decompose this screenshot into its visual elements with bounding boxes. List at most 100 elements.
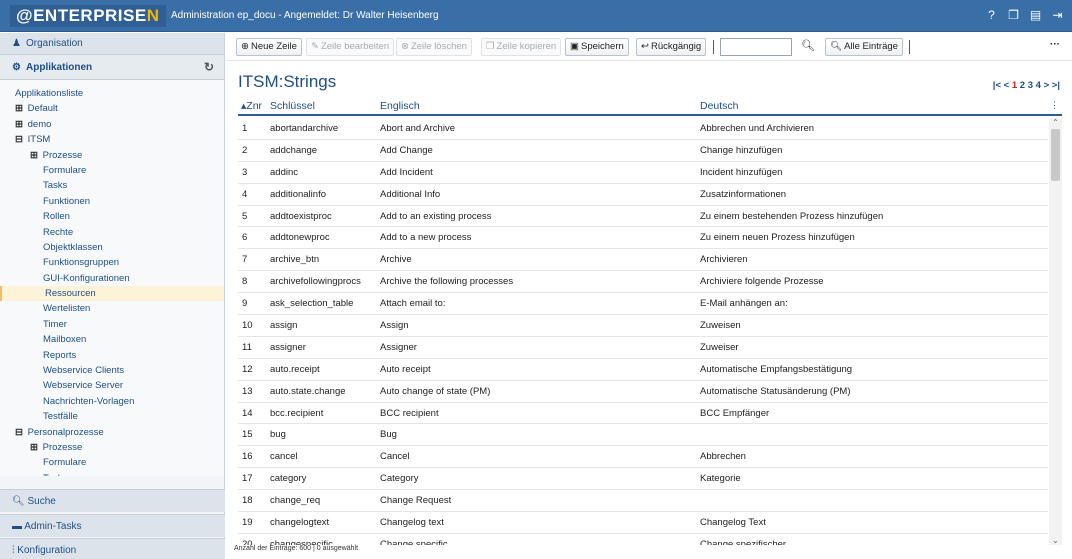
table-row[interactable]: 8 archivefollowingprocs Archive the follow… xyxy=(238,271,1048,294)
tree-item[interactable]: Wertelisten xyxy=(0,301,224,316)
tree-item-label: Nachrichten-Vorlagen xyxy=(43,395,135,407)
tree-item[interactable]: ⊟ Personalprozesse xyxy=(0,425,224,440)
tree-item[interactable]: Applikationsliste xyxy=(0,86,224,101)
column-english[interactable]: Englisch xyxy=(380,100,420,112)
column-nr[interactable]: ▴Znr xyxy=(241,100,262,112)
undo-button[interactable]: ↩ Rückgängig xyxy=(636,38,707,56)
table-row[interactable]: 5 addtoexistproc Add to an existing proces… xyxy=(238,206,1048,228)
table-row[interactable]: 3 addinc Add Incident Incident hinzufügen xyxy=(238,162,1048,184)
expand-icon[interactable]: ⊞ xyxy=(15,117,25,132)
table-row[interactable]: 6 addtonewproc Add to a new process Zu eine… xyxy=(238,227,1048,250)
tree-item[interactable]: Objektklassen xyxy=(0,240,224,255)
sidebar-applikationen[interactable]: ⚙ Applikationen ↻ xyxy=(0,55,224,80)
copy-row-button[interactable]: ❐ Zeile kopieren xyxy=(481,38,562,56)
table-row[interactable]: 15 bug Bug xyxy=(238,424,1048,447)
tree-item[interactable]: Rechte xyxy=(0,225,224,240)
search-input[interactable] xyxy=(720,38,792,56)
last-page-link[interactable]: >| xyxy=(1052,80,1060,91)
expand-icon[interactable]: ⊞ xyxy=(15,101,25,116)
tree-item-label: Rechte xyxy=(43,226,74,238)
vertical-scrollbar[interactable]: ⌃ ⌄ xyxy=(1049,118,1062,545)
prev-page-link[interactable]: < xyxy=(1004,80,1010,91)
delete-row-button[interactable]: ⊗ Zeile löschen xyxy=(396,38,472,56)
row-english: Changelog text xyxy=(380,517,444,529)
tree-item[interactable]: Testfälle xyxy=(0,409,224,424)
column-german[interactable]: Deutsch xyxy=(700,100,739,112)
save-button[interactable]: ▣ Speichern xyxy=(565,38,629,56)
edit-row-button[interactable]: ✎ Zeile bearbeiten xyxy=(306,38,395,56)
table-row[interactable]: 14 bcc.recipient BCC recipient BCC Empfänge… xyxy=(238,403,1048,425)
sidebar-admin-tasks[interactable]: ▬ Admin-Tasks xyxy=(0,514,225,537)
row-german: Zusatzinformationen xyxy=(700,188,787,200)
all-entries-button[interactable]: 🔍︎ Alle Einträge xyxy=(825,38,903,56)
table-row[interactable]: 18 change_req Change Request xyxy=(238,490,1048,513)
table-row[interactable]: 12 auto.receipt Auto receipt Automatische E… xyxy=(238,359,1048,381)
table-row[interactable]: 1 abortandarchive Abort and Archive Abbrech… xyxy=(238,118,1048,140)
windows-icon[interactable]: ❐ xyxy=(1007,9,1020,22)
separator xyxy=(713,40,714,54)
row-key: assigner xyxy=(270,341,306,353)
sidebar-organisation[interactable]: ♟ Organisation xyxy=(0,33,224,55)
enterprisen-logo[interactable]: @ENTERPRISEN xyxy=(10,5,166,27)
table-row[interactable]: 4 additionalinfo Additional Info Zusatzinfo… xyxy=(238,184,1048,206)
table-row[interactable]: 2 addchange Add Change Change hinzufügen xyxy=(238,140,1048,162)
tree-item[interactable]: ⊞ Prozesse xyxy=(0,148,224,163)
next-page-link[interactable]: > xyxy=(1044,80,1050,91)
first-page-link[interactable]: |< xyxy=(993,80,1001,91)
more-icon[interactable]: ··· xyxy=(1050,39,1060,50)
tree-item[interactable]: Formulare xyxy=(0,455,224,470)
table-row[interactable]: 10 assign Assign Zuweisen xyxy=(238,315,1048,337)
expand-icon[interactable]: ⊞ xyxy=(30,440,40,455)
row-number: 10 xyxy=(242,320,253,332)
table-row[interactable]: 17 category Category Kategorie xyxy=(238,468,1048,491)
tree-item[interactable]: Webservice Clients xyxy=(0,363,224,378)
table-row[interactable]: 19 changelogtext Changelog text Changelog T… xyxy=(238,512,1048,534)
table-row[interactable]: 9 ask_selection_table Attach email to: E-Ma… xyxy=(238,293,1048,316)
tree-item[interactable]: Funktionen xyxy=(0,194,224,209)
current-page: 1 xyxy=(1011,80,1018,91)
column-key[interactable]: Schlüssel xyxy=(270,100,315,112)
tree-item[interactable]: Timer xyxy=(0,317,224,332)
tree-item-label: Applikationsliste xyxy=(15,88,84,99)
search-icon[interactable]: 🔍︎ xyxy=(801,39,815,52)
tree-item[interactable]: ⊞ Default xyxy=(0,101,224,116)
scroll-up-icon[interactable]: ⌃ xyxy=(1049,118,1062,127)
tree-item[interactable]: Nachrichten-Vorlagen xyxy=(0,394,224,409)
sidebar-suche[interactable]: 🔍︎ Suche xyxy=(0,489,225,512)
tree-item[interactable]: ⊟ ITSM xyxy=(0,132,224,147)
tree-item[interactable]: Tasks xyxy=(0,178,224,193)
help-icon[interactable]: ? xyxy=(985,9,998,22)
page-links[interactable]: 2 3 4 xyxy=(1020,80,1041,91)
table-row[interactable]: 11 assigner Assigner Zuweiser xyxy=(238,337,1048,359)
row-key: addinc xyxy=(270,166,298,178)
tree-item[interactable]: Reports xyxy=(0,348,224,363)
collapse-icon[interactable]: ⊟ xyxy=(15,132,25,147)
sidebar-konfiguration[interactable]: ⫶ Konfiguration xyxy=(0,538,225,559)
tree-item[interactable]: Funktionsgruppen xyxy=(0,255,224,270)
new-row-button[interactable]: ⊕ Neue Zeile xyxy=(236,38,302,56)
scroll-thumb[interactable] xyxy=(1051,129,1060,181)
expand-icon[interactable]: ⊞ xyxy=(30,148,40,163)
table-row[interactable]: 20 changespecific Change specific Change sp… xyxy=(238,534,1048,545)
logout-icon[interactable]: ⇥ xyxy=(1051,9,1064,22)
table-row[interactable]: 16 cancel Cancel Abbrechen xyxy=(238,446,1048,469)
tree-item[interactable]: Tasks xyxy=(0,471,224,476)
tree-item[interactable]: Formulare xyxy=(0,163,224,178)
tree-item[interactable]: Ressourcen xyxy=(0,286,224,302)
table-row[interactable]: 13 auto.state.change Auto change of state … xyxy=(238,381,1048,403)
column-settings-icon[interactable]: ⋮ xyxy=(1050,100,1059,111)
tree-item[interactable]: Mailboxen xyxy=(0,332,224,347)
tree-item-label: Webservice Server xyxy=(43,380,124,392)
tree-item[interactable]: ⊞ Prozesse xyxy=(0,440,224,455)
tree-item[interactable]: GUI-Konfigurationen xyxy=(0,271,224,286)
tree-item[interactable]: ⊞ demo xyxy=(0,117,224,132)
refresh-icon[interactable]: ↻ xyxy=(204,55,214,80)
tree-item[interactable]: Webservice Server xyxy=(0,378,224,393)
tree-item[interactable]: Rollen xyxy=(0,209,224,224)
table-row[interactable]: 7 archive_btn Archive Archivieren xyxy=(238,249,1048,272)
tree-item-label: Personalprozesse xyxy=(27,426,104,438)
print-icon[interactable]: ▤ xyxy=(1029,9,1042,22)
delete-icon: ⊗ xyxy=(401,41,409,52)
collapse-icon[interactable]: ⊟ xyxy=(15,425,25,440)
scroll-down-icon[interactable]: ⌄ xyxy=(1049,536,1062,545)
